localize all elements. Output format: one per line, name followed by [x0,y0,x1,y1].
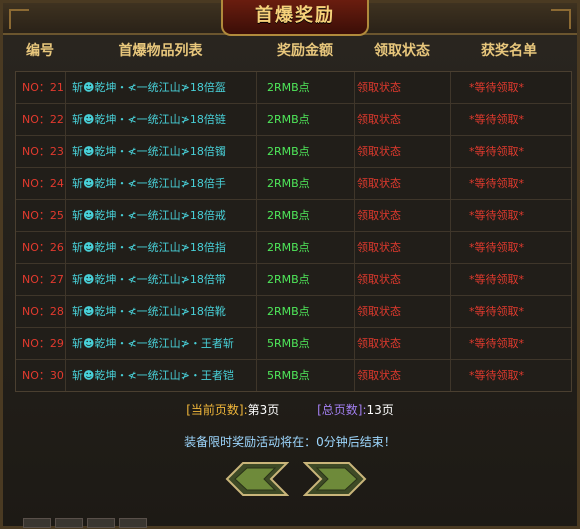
pagination-info: [当前页数]:第3页 [总页数]:13页 [3,401,577,418]
row-winner: *等待领取* [469,177,524,190]
row-amount: 2RMB点 [257,200,355,231]
row-claim-status[interactable]: 领取状态 [355,104,451,135]
header-reward-amount: 奖励金额 [277,43,333,59]
row-item-name: 斩☻乾坤・≮一统江山≯18倍镯 [66,136,257,167]
row-claim-status[interactable]: 领取状态 [355,168,451,199]
row-id: NO：24 [16,168,66,199]
row-amount: 2RMB点 [257,104,355,135]
row-winner: *等待领取* [469,369,524,382]
table-row: NO：26 斩☻乾坤・≮一统江山≯18倍指 2RMB点 领取状态 *等待领取* [16,232,571,264]
row-id: NO：27 [16,264,66,295]
table-header: 编号 首爆物品列表 奖励金额 领取状态 获奖名单 [15,37,568,65]
bottom-ornament [87,518,115,528]
table-row: NO：29 斩☻乾坤・≮一统江山≯・王者斩 5RMB点 领取状态 *等待领取* [16,328,571,360]
current-page-label: [当前页数]: [186,403,248,417]
table-row: NO：22 斩☻乾坤・≮一统江山≯18倍链 2RMB点 领取状态 *等待领取* [16,104,571,136]
corner-ornament [551,9,571,29]
bottom-ornament [23,518,51,528]
row-claim-status[interactable]: 领取状态 [355,72,451,103]
header-item-list: 首爆物品列表 [118,43,203,59]
row-item-name: 斩☻乾坤・≮一统江山≯18倍戒 [66,200,257,231]
row-amount: 5RMB点 [257,360,355,391]
row-amount: 2RMB点 [257,168,355,199]
row-amount: 5RMB点 [257,328,355,359]
row-item-name: 斩☻乾坤・≮一统江山≯18倍链 [66,104,257,135]
row-amount: 2RMB点 [257,72,355,103]
header-claim-status: 领取状态 [374,43,430,59]
table-row: NO：24 斩☻乾坤・≮一统江山≯18倍手 2RMB点 领取状态 *等待领取* [16,168,571,200]
row-claim-status[interactable]: 领取状态 [355,232,451,263]
row-amount: 2RMB点 [257,296,355,327]
event-countdown-notice: 装备限时奖励活动将在：0分钟后结束！ [184,435,396,449]
table-row: NO：28 斩☻乾坤・≮一统江山≯18倍靴 2RMB点 领取状态 *等待领取* [16,296,571,328]
row-claim-status[interactable]: 领取状态 [355,200,451,231]
row-winner: *等待领取* [469,145,524,158]
row-item-name: 斩☻乾坤・≮一统江山≯・王者铠 [66,360,257,391]
row-item-name: 斩☻乾坤・≮一统江山≯18倍盔 [66,72,257,103]
panel-title: 首爆奖励 [221,0,369,36]
row-winner: *等待领取* [469,305,524,318]
row-item-name: 斩☻乾坤・≮一统江山≯18倍带 [66,264,257,295]
row-claim-status[interactable]: 领取状态 [355,296,451,327]
table-row: NO：21 斩☻乾坤・≮一统江山≯18倍盔 2RMB点 领取状态 *等待领取* [16,72,571,104]
bottom-ornament [55,518,83,528]
row-id: NO：29 [16,328,66,359]
row-id: NO：26 [16,232,66,263]
header-winner-list: 获奖名单 [481,43,537,59]
chevron-left-icon [225,462,290,496]
reward-panel: 首爆奖励 编号 首爆物品列表 奖励金额 领取状态 获奖名单 NO：21 斩☻乾坤… [0,0,580,529]
row-claim-status[interactable]: 领取状态 [355,360,451,391]
row-amount: 2RMB点 [257,232,355,263]
row-claim-status[interactable]: 领取状态 [355,328,451,359]
row-item-name: 斩☻乾坤・≮一统江山≯18倍手 [66,168,257,199]
row-winner: *等待领取* [469,273,524,286]
row-claim-status[interactable]: 领取状态 [355,136,451,167]
total-pages-value: 13页 [366,403,394,417]
row-item-name: 斩☻乾坤・≮一统江山≯18倍指 [66,232,257,263]
total-pages-label: [总页数]: [317,403,367,417]
corner-ornament [9,9,29,29]
reward-table: NO：21 斩☻乾坤・≮一统江山≯18倍盔 2RMB点 领取状态 *等待领取* … [15,71,572,392]
row-amount: 2RMB点 [257,136,355,167]
table-row: NO：25 斩☻乾坤・≮一统江山≯18倍戒 2RMB点 领取状态 *等待领取* [16,200,571,232]
row-id: NO：22 [16,104,66,135]
row-item-name: 斩☻乾坤・≮一统江山≯18倍靴 [66,296,257,327]
row-id: NO：28 [16,296,66,327]
row-id: NO：30 [16,360,66,391]
row-id: NO：25 [16,200,66,231]
table-row: NO：30 斩☻乾坤・≮一统江山≯・王者铠 5RMB点 领取状态 *等待领取* [16,360,571,391]
row-winner: *等待领取* [469,81,524,94]
row-amount: 2RMB点 [257,264,355,295]
table-row: NO：23 斩☻乾坤・≮一统江山≯18倍镯 2RMB点 领取状态 *等待领取* [16,136,571,168]
prev-page-button[interactable] [225,461,290,497]
row-id: NO：23 [16,136,66,167]
row-winner: *等待领取* [469,209,524,222]
row-claim-status[interactable]: 领取状态 [355,264,451,295]
table-row: NO：27 斩☻乾坤・≮一统江山≯18倍带 2RMB点 领取状态 *等待领取* [16,264,571,296]
row-winner: *等待领取* [469,241,524,254]
bottom-ornament-strip [23,518,163,528]
header-id: 编号 [26,43,54,59]
chevron-right-icon [302,462,367,496]
row-item-name: 斩☻乾坤・≮一统江山≯・王者斩 [66,328,257,359]
bottom-ornament [119,518,147,528]
row-winner: *等待领取* [469,113,524,126]
current-page-value: 第3页 [247,403,280,417]
row-winner: *等待领取* [469,337,524,350]
next-page-button[interactable] [302,461,367,497]
row-id: NO：21 [16,72,66,103]
